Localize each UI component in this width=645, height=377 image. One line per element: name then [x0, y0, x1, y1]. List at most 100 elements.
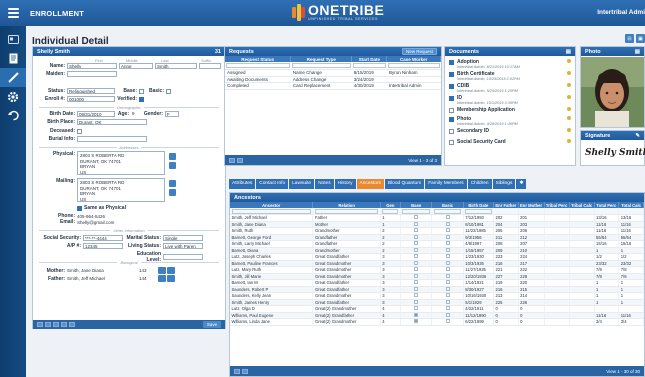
mailing-address[interactable]: 2803 S ROBERTA RD DURANT, OK 74701 BRYAN US	[77, 178, 165, 202]
document-photo[interactable]: Photo Intertribal Admin, 4/28/2019 1:46PM	[449, 116, 571, 126]
base-checkbox[interactable]	[414, 299, 419, 304]
requests-refresh-icon[interactable]	[229, 157, 235, 163]
col-total-calc[interactable]: Total Calc	[618, 202, 644, 208]
footer-next-icon[interactable]	[53, 322, 59, 327]
basic-checkbox[interactable]	[166, 88, 171, 94]
basic-checkbox[interactable]	[445, 241, 450, 246]
person-photo[interactable]	[581, 57, 644, 127]
basic-checkbox[interactable]	[445, 286, 450, 291]
base-checkbox[interactable]	[414, 280, 419, 285]
document-checkbox[interactable]	[449, 59, 454, 65]
document-checkbox[interactable]	[449, 128, 454, 134]
tab-siblings[interactable]: Siblings	[492, 179, 516, 189]
ap-field[interactable]: 12345	[83, 243, 123, 249]
filter-type[interactable]	[290, 62, 352, 70]
document-checkbox[interactable]	[449, 116, 454, 122]
mother-add-button[interactable]	[158, 267, 166, 274]
user-name[interactable]: Intertribal Admi	[597, 9, 645, 16]
tab-more-icon[interactable]: ✱	[516, 179, 527, 189]
ancestors-refresh-icon[interactable]	[234, 368, 240, 374]
enroll-field[interactable]: 001000	[67, 96, 115, 102]
table-row[interactable]: Williams, Linda Jane Great(2) Grandmother…	[230, 318, 644, 326]
col-total-perc[interactable]: Total Perc	[594, 202, 620, 208]
tab-children[interactable]: Children	[467, 179, 492, 189]
father-value[interactable]: Smith, Jeff Michael	[67, 276, 139, 281]
basic-checkbox[interactable]	[445, 267, 450, 272]
footer-print-icon[interactable]	[69, 322, 75, 327]
document-secondary-id[interactable]: Secondary ID	[449, 128, 571, 134]
status-select[interactable]: Relinquished	[67, 88, 115, 94]
filter-base[interactable]	[402, 208, 430, 214]
last-name-field[interactable]: Smith	[155, 63, 197, 69]
rail-card-icon[interactable]	[0, 30, 26, 49]
tab-ancestors[interactable]: Ancestors	[356, 179, 384, 189]
footer-prev-icon[interactable]	[45, 322, 51, 327]
base-checkbox[interactable]	[414, 228, 419, 233]
col-tribal-perc[interactable]: Tribal Perc	[544, 202, 570, 208]
mailing-edit-button[interactable]	[169, 180, 176, 187]
document-social-security-card[interactable]: Social Security Card	[449, 139, 571, 145]
basic-checkbox[interactable]	[445, 260, 450, 265]
tab-lawsuite[interactable]: Lawsuite	[289, 179, 315, 189]
save-button[interactable]: Save	[203, 321, 221, 328]
page-action-icon[interactable]: ⊟	[625, 34, 634, 43]
first-name-field[interactable]: Shelly	[67, 63, 117, 69]
basic-checkbox[interactable]	[445, 215, 450, 220]
base-checkbox[interactable]	[414, 319, 419, 324]
document-membership-application[interactable]: Membership Application	[449, 107, 571, 113]
basic-checkbox[interactable]	[445, 306, 450, 311]
suffix-field[interactable]	[199, 63, 221, 69]
living-select[interactable]: Live with Paren	[163, 243, 203, 249]
tab-history[interactable]: History	[334, 179, 356, 189]
basic-checkbox[interactable]	[445, 312, 450, 317]
ancestors-search-icon[interactable]	[242, 368, 248, 374]
document-checkbox[interactable]	[449, 83, 454, 89]
base-checkbox[interactable]	[414, 241, 419, 246]
tab-blood-quantum[interactable]: Blood Quantum	[384, 179, 425, 189]
tab-notes[interactable]: Notes	[315, 179, 334, 189]
col-enr-father[interactable]: Enr Father	[493, 202, 519, 208]
footer-first-icon[interactable]	[37, 322, 43, 327]
basic-checkbox[interactable]	[445, 247, 450, 252]
document-adoption[interactable]: Adoption Intertribal Admin, 8/21/2019 10:…	[449, 59, 571, 69]
deceased-checkbox[interactable]	[77, 128, 82, 134]
base-checkbox[interactable]	[414, 267, 419, 272]
col-tribal-calc[interactable]: Tribal Calc	[569, 202, 595, 208]
filter-date[interactable]	[351, 62, 387, 70]
document-checkbox[interactable]	[449, 107, 454, 113]
maiden-name-field[interactable]	[67, 71, 117, 77]
base-checkbox[interactable]	[414, 221, 419, 226]
requests-search-icon[interactable]	[237, 157, 243, 163]
marital-select[interactable]: Single	[163, 235, 203, 241]
filter-status[interactable]	[225, 62, 291, 70]
middle-name-field[interactable]: Anne	[119, 63, 153, 69]
new-request-button[interactable]: New Request	[401, 48, 437, 55]
tab-contact-info[interactable]: Contact Info	[256, 179, 289, 189]
basic-checkbox[interactable]	[445, 319, 450, 324]
filter-birth-date[interactable]	[465, 208, 492, 214]
father-add-button[interactable]	[158, 275, 166, 282]
mother-remove-button[interactable]	[167, 267, 175, 274]
tab-attributes[interactable]: Attributes	[229, 179, 256, 189]
basic-checkbox[interactable]	[445, 221, 450, 226]
document-checkbox[interactable]	[449, 71, 454, 77]
basic-checkbox[interactable]	[445, 234, 450, 239]
document-checkbox[interactable]	[449, 139, 454, 145]
base-checkbox[interactable]	[414, 247, 419, 252]
table-row[interactable]: Completed Card Replacement 4/30/2019 Intert…	[225, 82, 441, 90]
base-checkbox[interactable]	[414, 306, 419, 311]
basic-checkbox[interactable]	[445, 293, 450, 298]
physical-edit-button[interactable]	[169, 153, 176, 160]
filter-gen[interactable]	[382, 208, 399, 214]
base-checkbox[interactable]	[414, 254, 419, 259]
filter-worker[interactable]	[386, 62, 441, 70]
verified-checkbox[interactable]	[139, 96, 144, 102]
burial-field[interactable]	[77, 136, 147, 142]
physical-map-button[interactable]	[169, 162, 176, 169]
base-checkbox[interactable]	[414, 273, 419, 278]
base-checkbox[interactable]	[414, 286, 419, 291]
physical-address[interactable]: 2803 S ROBERTA RD DURANT, OK 74701 BRYAN US	[77, 151, 165, 175]
document-checkbox[interactable]	[449, 95, 454, 101]
rail-gear-icon[interactable]	[0, 87, 26, 106]
mailing-map-button[interactable]	[169, 189, 176, 196]
